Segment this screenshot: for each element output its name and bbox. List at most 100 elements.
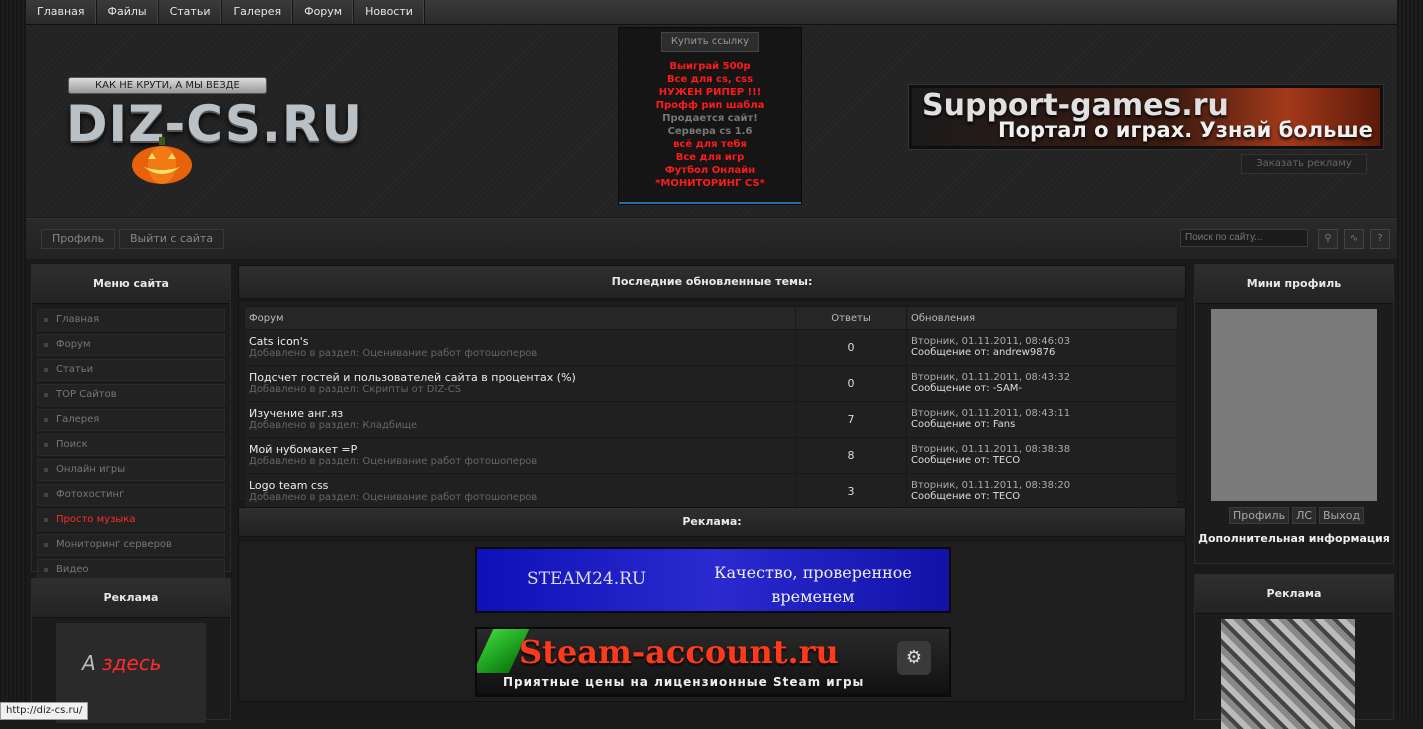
logo-slogan: КАК НЕ КРУТИ, А МЫ ВЕЗДЕ bbox=[68, 77, 267, 94]
left-ad-text: А здесь bbox=[82, 651, 162, 675]
topic-date: Вторник, 01.11.2011, 08:43:32 bbox=[911, 372, 1071, 383]
table-row: Изучение анг.яз Добавлено в раздел: Кладб… bbox=[244, 401, 1178, 438]
text-link[interactable]: Все для cs, css bbox=[619, 73, 801, 86]
nav-item-articles[interactable]: Статьи bbox=[159, 0, 223, 24]
topic-date: Вторник, 01.11.2011, 08:38:38 bbox=[911, 444, 1071, 455]
table-row: Мой нубомакет =P Добавлено в раздел: Оцен… bbox=[244, 437, 1178, 474]
recent-topics-table: Форум Ответы Обновления Cats icon's Добав… bbox=[244, 306, 1178, 510]
mini-profile-title: Мини профиль bbox=[1195, 265, 1393, 304]
left-ad-title: Реклама bbox=[32, 579, 230, 618]
text-link[interactable]: всё для тебя bbox=[619, 138, 801, 151]
nav-item-files[interactable]: Файлы bbox=[97, 0, 159, 24]
site-menu-block: Меню сайта Главная Форум Статьи TOP Сайт… bbox=[31, 264, 231, 581]
ads-block: STEAM24.RU Качество, проверенное времене… bbox=[238, 540, 1186, 702]
menu-item-music[interactable]: Просто музыка bbox=[37, 509, 225, 531]
search-input[interactable] bbox=[1180, 229, 1308, 247]
left-ad-block: Реклама А здесь bbox=[31, 578, 231, 723]
pumpkin-icon bbox=[132, 137, 192, 184]
topic-author[interactable]: Сообщение от: andrew9876 bbox=[911, 347, 1176, 358]
steam-account-banner[interactable]: Steam-account.ru Приятные цены на лиценз… bbox=[475, 627, 951, 697]
steam-account-title: Steam-account.ru bbox=[519, 633, 839, 671]
text-link[interactable]: Продается сайт! bbox=[619, 112, 801, 125]
buy-link-button[interactable]: Купить ссылку bbox=[661, 32, 759, 52]
order-ad-button[interactable]: Заказать рекламу bbox=[1241, 154, 1367, 174]
topic-title-link[interactable]: Cats icon's bbox=[249, 335, 794, 348]
topic-title-link[interactable]: Изучение анг.яз bbox=[249, 407, 794, 420]
nav-item-home[interactable]: Главная bbox=[26, 0, 97, 24]
nav-item-news[interactable]: Новости bbox=[354, 0, 425, 24]
table-row: Подсчет гостей и пользователей сайта в п… bbox=[244, 365, 1178, 402]
search-icon[interactable]: ⚲ bbox=[1318, 229, 1338, 249]
text-link[interactable]: Все для игр bbox=[619, 151, 801, 164]
logo-text: DIZ-CS.RU bbox=[66, 95, 363, 153]
steam24-name: STEAM24.RU bbox=[527, 569, 647, 589]
logout-button[interactable]: Выйти с сайта bbox=[119, 229, 225, 249]
text-link[interactable]: Профф рип шабла bbox=[619, 99, 801, 112]
text-links-box: Купить ссылку Выиграй 500р Все для cs, c… bbox=[618, 27, 802, 205]
menu-item-forum[interactable]: Форум bbox=[37, 334, 225, 356]
avatar bbox=[1211, 309, 1377, 501]
topic-date: Вторник, 01.11.2011, 08:38:20 bbox=[911, 480, 1071, 491]
topic-replies: 7 bbox=[795, 401, 907, 438]
menu-item-articles[interactable]: Статьи bbox=[37, 359, 225, 381]
extra-info-link[interactable]: Дополнительная информация bbox=[1195, 532, 1393, 545]
topic-replies: 0 bbox=[795, 329, 907, 366]
status-bar-url: http://diz-cs.ru/ bbox=[0, 702, 89, 720]
right-ad-block: Реклама bbox=[1194, 574, 1394, 729]
text-link[interactable]: Сервера cs 1.6 bbox=[619, 125, 801, 138]
steam24-banner[interactable]: STEAM24.RU Качество, проверенное времене… bbox=[475, 547, 951, 613]
right-ad-title: Реклама bbox=[1195, 575, 1393, 614]
nav-item-gallery[interactable]: Галерея bbox=[222, 0, 294, 24]
topic-replies: 8 bbox=[795, 437, 907, 474]
menu-item-top-sites[interactable]: TOP Сайтов bbox=[37, 384, 225, 406]
menu-item-online-games[interactable]: Онлайн игры bbox=[37, 459, 225, 481]
text-link[interactable]: Выиграй 500р bbox=[619, 60, 801, 73]
menu-item-photohosting[interactable]: Фотохостинг bbox=[37, 484, 225, 506]
site-header: КАК НЕ КРУТИ, А МЫ ВЕЗДЕ DIZ-CS.RU Купит… bbox=[26, 25, 1397, 217]
menu-item-search[interactable]: Поиск bbox=[37, 434, 225, 456]
nav-item-forum[interactable]: Форум bbox=[293, 0, 355, 24]
topic-title-link[interactable]: Logo team css bbox=[249, 479, 794, 492]
menu-item-home[interactable]: Главная bbox=[37, 309, 225, 331]
help-icon[interactable]: ? bbox=[1370, 229, 1390, 249]
topic-author[interactable]: Сообщение от: TECO bbox=[911, 491, 1176, 502]
page-edge-left bbox=[0, 0, 26, 718]
site-menu: Главная Форум Статьи TOP Сайтов Галерея … bbox=[37, 309, 225, 581]
topic-section[interactable]: Добавлено в раздел: Скрипты от DIZ-CS bbox=[249, 384, 794, 395]
topic-author[interactable]: Сообщение от: Fans bbox=[911, 419, 1176, 430]
topic-author[interactable]: Сообщение от: -SAM- bbox=[911, 383, 1176, 394]
exit-button[interactable]: Выход bbox=[1319, 507, 1365, 524]
topic-date: Вторник, 01.11.2011, 08:46:03 bbox=[911, 336, 1071, 347]
topic-section[interactable]: Добавлено в раздел: Кладбище bbox=[249, 420, 794, 431]
table-row: Logo team css Добавлено в раздел: Оценива… bbox=[244, 473, 1178, 510]
topic-title-link[interactable]: Подсчет гостей и пользователей сайта в п… bbox=[249, 371, 794, 384]
topic-section[interactable]: Добавлено в раздел: Оценивание работ фот… bbox=[249, 456, 794, 467]
support-games-banner[interactable]: Support-games.ru Портал о играх. Узнай б… bbox=[908, 84, 1384, 150]
text-link[interactable]: *МОНИТОРИНГ CS* bbox=[619, 177, 801, 190]
banner-subtitle: Портал о играх. Узнай больше bbox=[998, 118, 1373, 142]
messages-button[interactable]: ЛС bbox=[1292, 507, 1317, 524]
mini-profile-block: Мини профиль Профиль ЛС Выход Дополнител… bbox=[1194, 264, 1394, 564]
menu-item-gallery[interactable]: Галерея bbox=[37, 409, 225, 431]
topic-section[interactable]: Добавлено в раздел: Оценивание работ фот… bbox=[249, 492, 794, 503]
page-edge-right bbox=[1397, 0, 1423, 718]
column-replies: Ответы bbox=[795, 306, 907, 330]
menu-item-server-monitoring[interactable]: Мониторинг серверов bbox=[37, 534, 225, 556]
top-navigation: Главная Файлы Статьи Галерея Форум Новос… bbox=[26, 0, 1397, 25]
site-logo[interactable]: КАК НЕ КРУТИ, А МЫ ВЕЗДЕ DIZ-CS.RU bbox=[66, 75, 386, 195]
topic-section[interactable]: Добавлено в раздел: Оценивание работ фот… bbox=[249, 348, 794, 359]
mini-profile-button[interactable]: Профиль bbox=[1229, 507, 1290, 524]
ads-title: Реклама: bbox=[238, 507, 1186, 537]
topic-replies: 0 bbox=[795, 365, 907, 402]
column-forum: Форум bbox=[244, 306, 796, 330]
profile-button[interactable]: Профиль bbox=[41, 229, 116, 249]
text-link[interactable]: Футбол Онлайн bbox=[619, 164, 801, 177]
steam-icon: ⚙ bbox=[897, 641, 931, 675]
topic-title-link[interactable]: Мой нубомакет =P bbox=[249, 443, 794, 456]
right-ad-image[interactable] bbox=[1221, 619, 1355, 729]
text-link[interactable]: НУЖЕН РИПЕР !!! bbox=[619, 86, 801, 99]
table-row: Cats icon's Добавлено в раздел: Оценивани… bbox=[244, 329, 1178, 366]
site-menu-title: Меню сайта bbox=[32, 265, 230, 304]
topic-author[interactable]: Сообщение от: TECO bbox=[911, 455, 1176, 466]
rss-icon[interactable]: ∿ bbox=[1344, 229, 1364, 249]
